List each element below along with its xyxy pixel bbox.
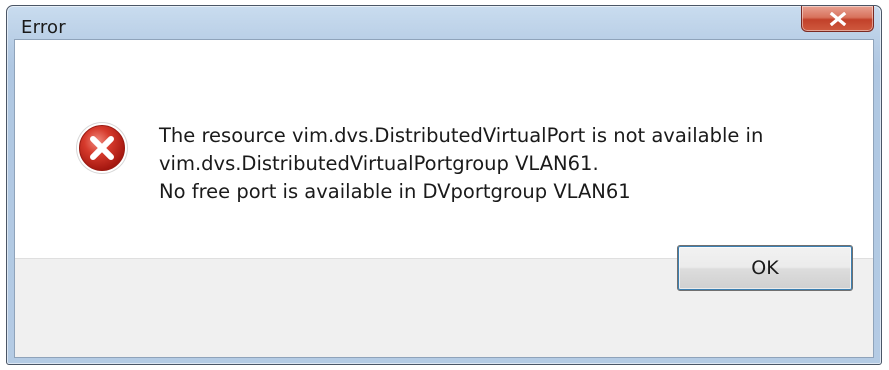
title-bar[interactable]: Error: [7, 6, 881, 39]
error-icon: [76, 122, 128, 174]
message-line: vim.dvs.DistributedVirtualPortgroup VLAN…: [159, 152, 599, 175]
window-title: Error: [21, 17, 66, 38]
close-button[interactable]: [801, 6, 874, 32]
message-line: No free port is available in DVportgroup…: [159, 180, 631, 203]
ok-button[interactable]: OK: [677, 245, 853, 291]
error-dialog-window: Error The resource vim.dvs.DistributedVi…: [6, 5, 882, 365]
message-area: The resource vim.dvs.DistributedVirtualP…: [15, 40, 873, 258]
close-icon: [829, 12, 847, 26]
message-line: The resource vim.dvs.DistributedVirtualP…: [159, 124, 764, 147]
error-message: The resource vim.dvs.DistributedVirtualP…: [159, 122, 859, 206]
dialog-client-area: The resource vim.dvs.DistributedVirtualP…: [14, 39, 874, 358]
